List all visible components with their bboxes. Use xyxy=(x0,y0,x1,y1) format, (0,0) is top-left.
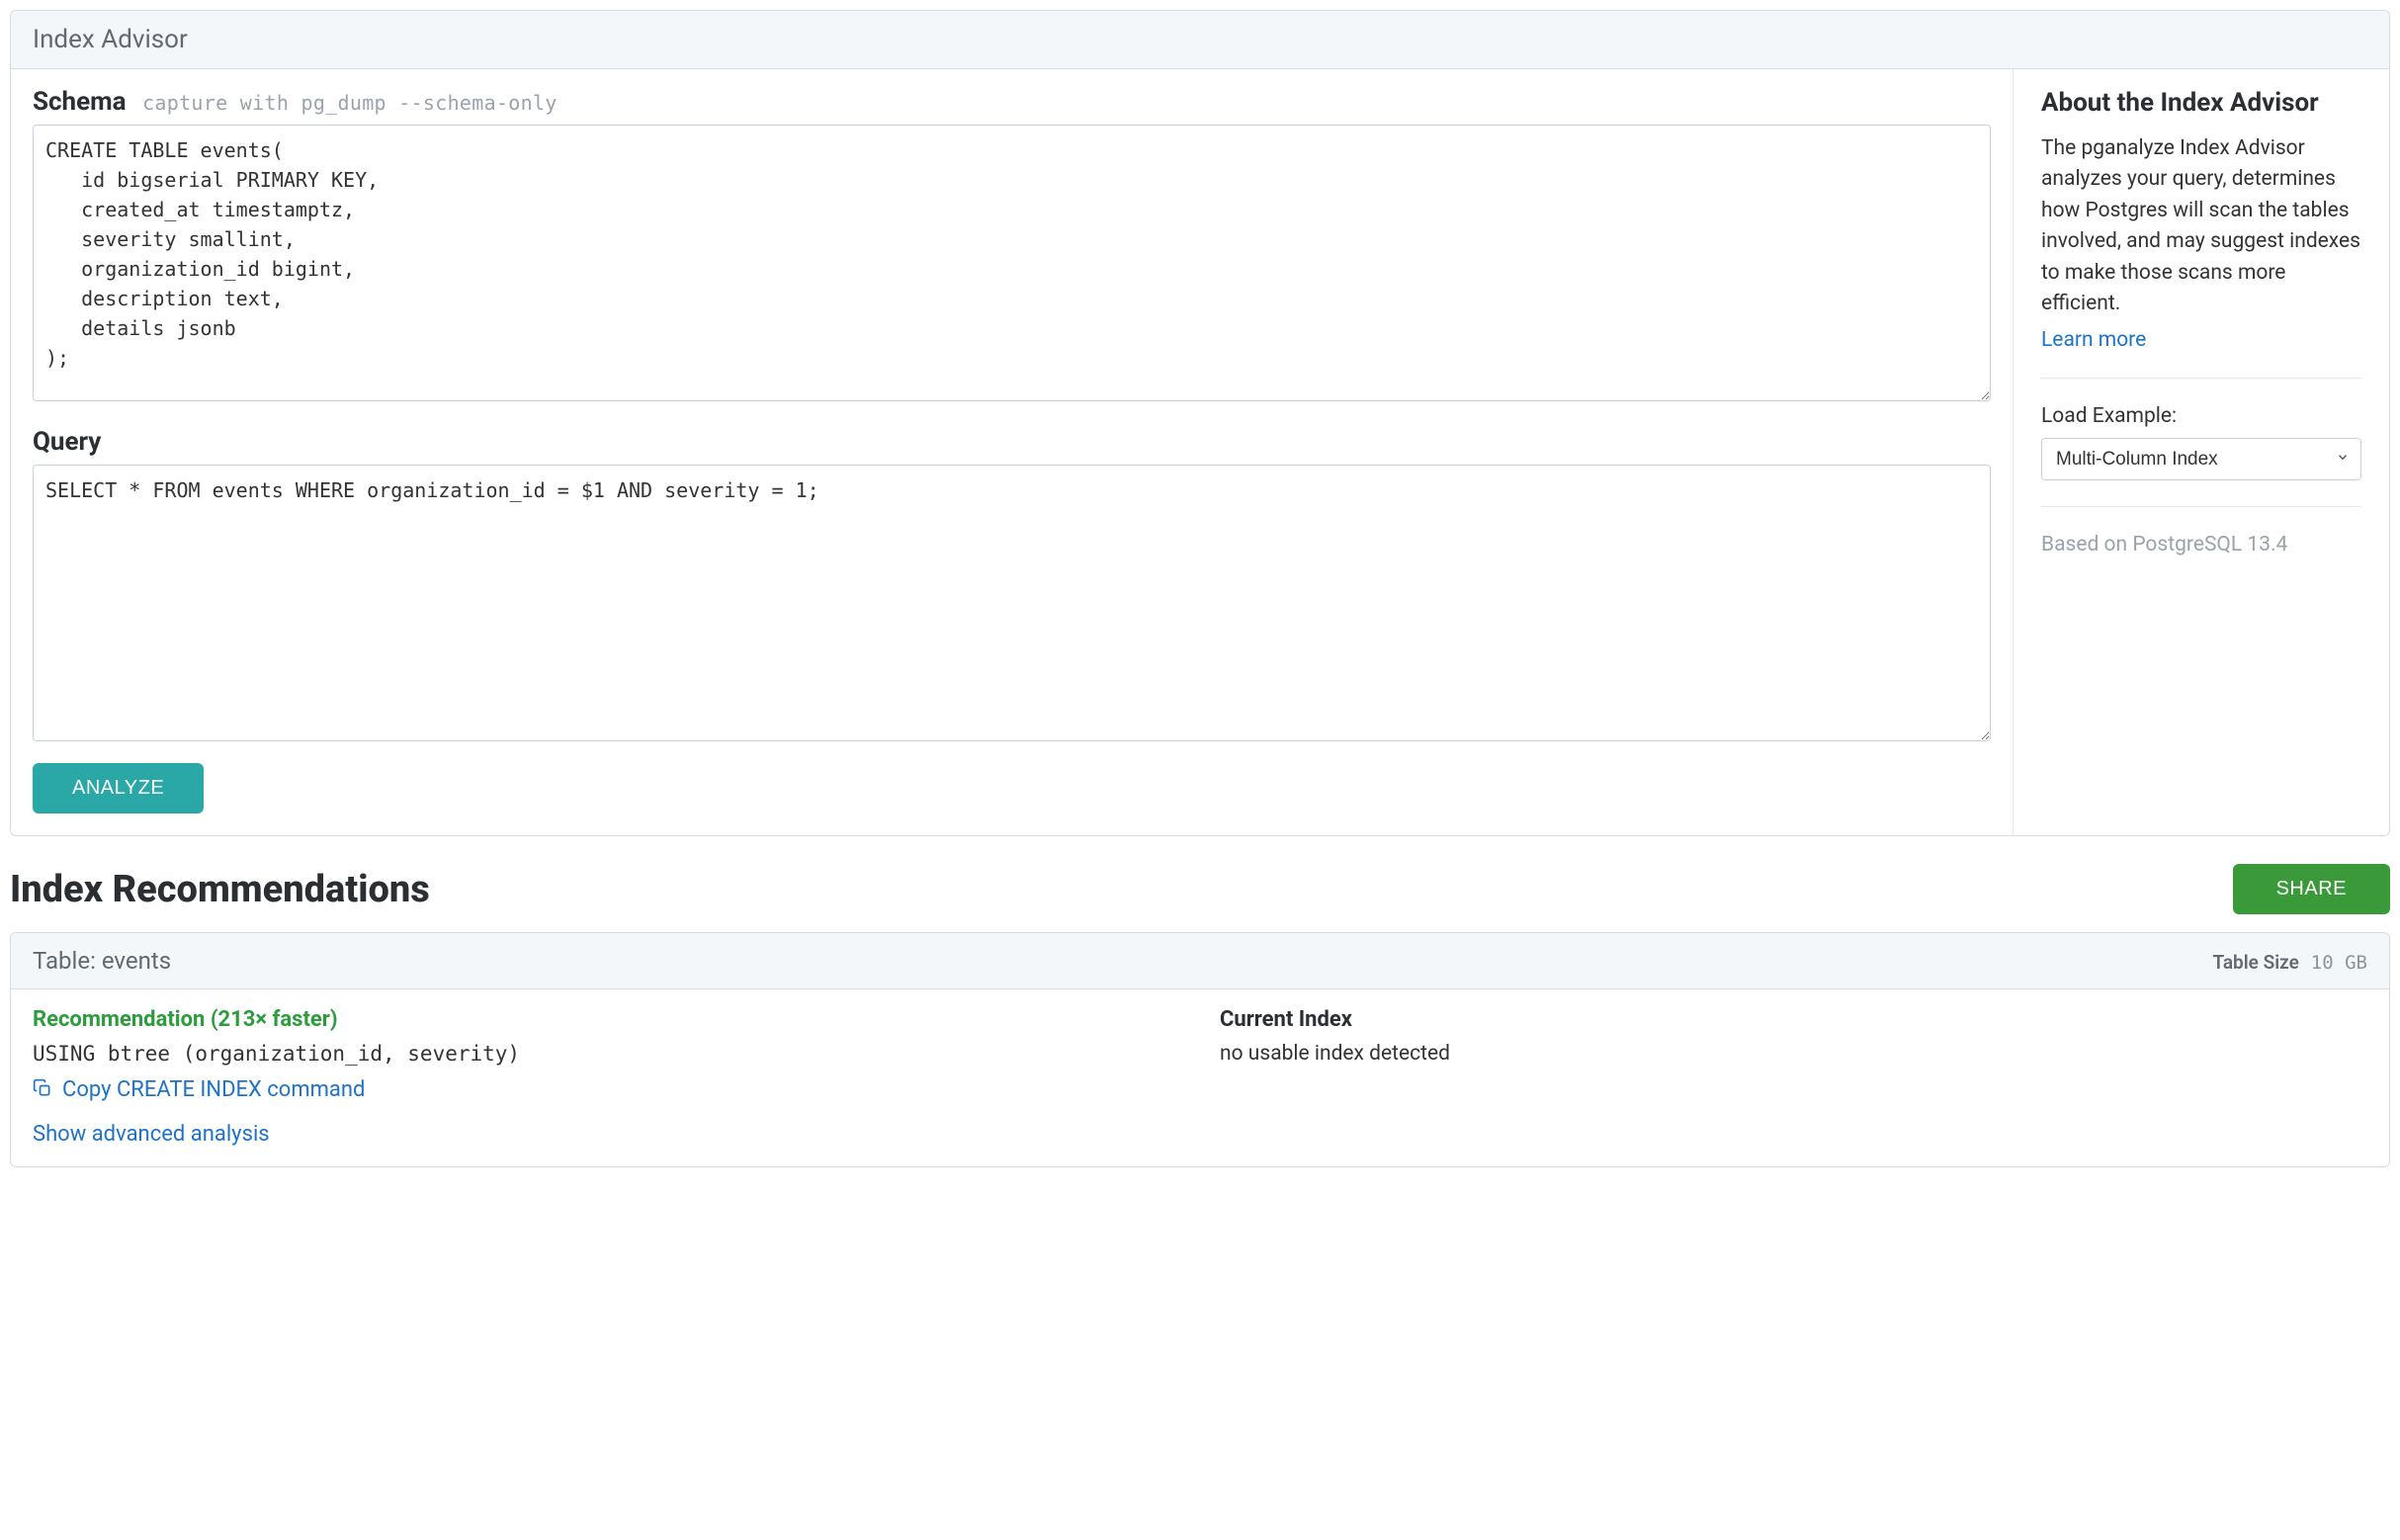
current-index-value: no usable index detected xyxy=(1220,1042,2367,1066)
recommendation-right: Current Index no usable index detected xyxy=(1220,1007,2367,1102)
schema-label: Schema capture with pg_dump --schema-onl… xyxy=(33,87,1991,117)
learn-more-link[interactable]: Learn more xyxy=(2041,328,2146,352)
divider xyxy=(2041,378,2361,379)
recommendation-body: Recommendation (213× faster) USING btree… xyxy=(11,989,2389,1166)
table-name: Table: events xyxy=(33,947,171,975)
load-example-label: Load Example: xyxy=(2041,404,2361,428)
schema-hint: capture with pg_dump --schema-only xyxy=(142,91,557,115)
table-size-label: Table Size xyxy=(2212,951,2298,974)
copy-icon xyxy=(33,1078,52,1102)
current-index-label: Current Index xyxy=(1220,1007,2367,1032)
recommendation-top: Table: events Table Size 10 GB xyxy=(11,933,2389,989)
panel-body: Schema capture with pg_dump --schema-onl… xyxy=(11,69,2389,835)
schema-input[interactable] xyxy=(33,125,1991,401)
based-on-text: Based on PostgreSQL 13.4 xyxy=(2041,533,2361,556)
sidebar: About the Index Advisor The pganalyze In… xyxy=(2014,69,2389,835)
schema-label-text: Schema xyxy=(33,87,127,117)
query-label: Query xyxy=(33,427,1991,457)
recommendation-panel: Table: events Table Size 10 GB Recommend… xyxy=(10,932,2390,1167)
query-input[interactable] xyxy=(33,465,1991,741)
divider xyxy=(2041,506,2361,507)
table-size: Table Size 10 GB xyxy=(2212,951,2367,974)
about-text: The pganalyze Index Advisor analyzes you… xyxy=(2041,133,2361,320)
advisor-panel: Index Advisor Schema capture with pg_dum… xyxy=(10,10,2390,836)
panel-title: Index Advisor xyxy=(11,11,2389,69)
recommendations-header: Index Recommendations SHARE xyxy=(10,864,2390,914)
recommendation-label: Recommendation (213× faster) xyxy=(33,1007,1180,1032)
show-advanced-link[interactable]: Show advanced analysis xyxy=(33,1122,270,1147)
about-title: About the Index Advisor xyxy=(2041,87,2361,120)
recommendation-left: Recommendation (213× faster) USING btree… xyxy=(33,1007,1180,1102)
load-example-select[interactable]: Multi-Column Index xyxy=(2041,438,2361,480)
main-column: Schema capture with pg_dump --schema-onl… xyxy=(11,69,2014,835)
load-example-select-wrap: Multi-Column Index xyxy=(2041,438,2361,480)
show-advanced[interactable]: Show advanced analysis xyxy=(33,1122,2367,1147)
recommendations-title: Index Recommendations xyxy=(10,868,430,911)
recommendation-value: USING btree (organization_id, severity) xyxy=(33,1042,1180,1066)
recommendation-columns: Recommendation (213× faster) USING btree… xyxy=(33,1007,2367,1102)
copy-command-text: Copy CREATE INDEX command xyxy=(62,1077,365,1102)
copy-command[interactable]: Copy CREATE INDEX command xyxy=(33,1077,1180,1102)
share-button[interactable]: SHARE xyxy=(2233,864,2390,914)
table-size-value: 10 GB xyxy=(2311,952,2367,974)
analyze-button[interactable]: ANALYZE xyxy=(33,763,204,813)
